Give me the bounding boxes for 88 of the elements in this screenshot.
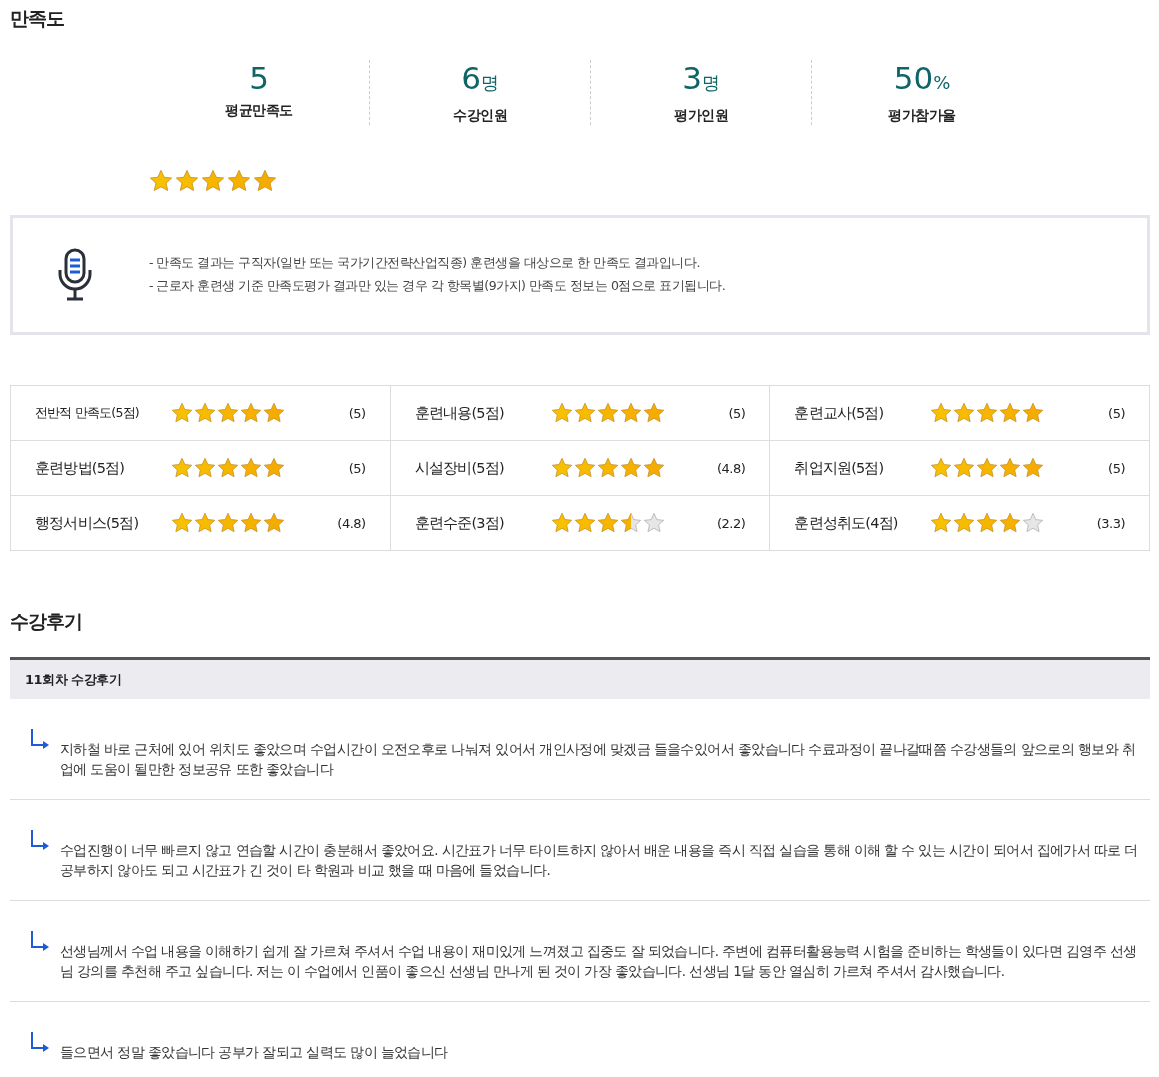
stat-label: 평가인원	[674, 107, 728, 125]
star-icon	[175, 169, 199, 193]
notice-text: - 만족도 결과는 구직자(일반 또는 국가기간전략산업직종) 훈련생을 대상으로 한 만족도 결과입니다.	[149, 255, 701, 272]
section-title: 만족도	[10, 6, 65, 31]
star-icon	[999, 402, 1022, 424]
rating-score: (5)	[1108, 460, 1125, 476]
stat-value: 6 명	[461, 60, 499, 98]
rating-score: (4.8)	[337, 515, 366, 531]
reply-arrow-icon	[30, 1030, 50, 1054]
stat-value: 3 명	[682, 60, 720, 98]
star-icon	[550, 457, 573, 479]
review-text: 수업진행이 너무 빠르지 않고 연습할 시간이 충분해서 좋았어요. 시간표가 너무 타이트하지 않아서 배운 내용을 즉시 직접 실습을 통해 이해 할 수 있는 시간이 되어서 집에가서 따로 더 공부하지 않아도 되고 시간표가 긴 것이 타 학원과 비교 했을 때 마음에 들었습니다.	[60, 841, 1138, 880]
review-text: 선생님께서 수업 내용을 이해하기 쉽게 잘 가르쳐 주셔서 수업 내용이 재미있게 느껴졌고 집중도 잘 되었습니다. 주변에 컴퓨터활용능력 시험을 준비하는 학생들이 있다면 김영주 선생님 강의를 추천해 주고 싶습니다. 저는 이 수업에서 인품이 좋으신 선생님 만나게 된 것이 가장 좋았습니다. 선생님 1달 동안 열심히 가르쳐 주셔서 감사했습니다.	[60, 942, 1138, 981]
stat-value: 50%	[893, 60, 951, 98]
reply-arrow-icon	[30, 929, 50, 953]
review-text: 지하철 바로 근처에 있어 위치도 좋았으며 수업시간이 오전오후로 나눠져 있어서 개인사정에 맞겠금 들을수있어서 좋았습니다 수료과정이 끝나갈때쯤 수강생들의 앞으로의 행보와 취업에 도움이 될만한 정보공유 또한 좋았습니다	[60, 740, 1137, 779]
star-icon	[642, 402, 665, 424]
star-icon	[194, 512, 216, 534]
star-icon	[619, 457, 642, 479]
stat-label: 수강인원	[453, 107, 507, 125]
rating-label: 시설장비(5점)	[414, 458, 505, 478]
star-icon	[930, 402, 953, 424]
star-icon	[573, 457, 596, 479]
star-icon	[953, 512, 976, 534]
star-icon	[201, 169, 225, 193]
star-icon	[550, 402, 573, 424]
stat-label: 평균만족도	[225, 102, 293, 120]
star-icon	[149, 169, 173, 193]
star-icon	[999, 512, 1022, 534]
star-icon	[619, 402, 642, 424]
stat-label: 평가참가율	[888, 107, 956, 125]
rating-label: 훈련교사(5점)	[794, 403, 885, 423]
star-icon	[263, 512, 285, 534]
star-icon	[263, 457, 285, 479]
star-icon	[642, 457, 665, 479]
star-icon	[217, 402, 239, 424]
star-icon	[573, 512, 596, 534]
star-icon	[217, 512, 239, 534]
rating-score: (5)	[348, 405, 366, 421]
star-icon	[573, 402, 596, 424]
star-icon	[194, 402, 216, 424]
reply-arrow-icon	[30, 727, 50, 751]
rating-score: (5)	[728, 405, 746, 421]
notice-text: - 근로자 훈련생 기준 만족도평가 결과만 있는 경우 각 항목별(9가지) 만족도 정보는 0점으로 표기됩니다.	[149, 278, 726, 295]
rating-score: (3.3)	[1096, 515, 1125, 531]
star-icon	[240, 402, 262, 424]
star-icon	[953, 457, 976, 479]
star-icon	[227, 169, 251, 193]
star-icon	[976, 512, 999, 534]
section-title: 수강후기	[10, 609, 83, 634]
star-icon	[953, 402, 976, 424]
star-icon	[171, 402, 193, 424]
star-icon	[194, 457, 216, 479]
star-icon	[596, 512, 619, 534]
rating-label: 훈련성취도(4점)	[794, 513, 899, 533]
rating-score: (5)	[348, 460, 366, 476]
rating-label: 행정서비스(5점)	[35, 513, 140, 533]
star-icon	[999, 457, 1022, 479]
rating-label: 전반적 만족도(5점)	[35, 404, 140, 422]
star-icon	[263, 402, 285, 424]
star-icon	[240, 457, 262, 479]
star-icon	[976, 457, 999, 479]
star-icon	[596, 402, 619, 424]
star-icon	[240, 512, 262, 534]
rating-score: (4.8)	[717, 460, 746, 476]
rating-label: 훈련수준(3점)	[414, 513, 505, 533]
rating-label: 훈련방법(5점)	[35, 458, 126, 478]
star-icon	[1022, 402, 1045, 424]
rating-score: (2.2)	[717, 515, 746, 531]
star-icon	[596, 457, 619, 479]
stat-value: 5	[249, 60, 269, 96]
rating-label: 훈련내용(5점)	[414, 403, 505, 423]
star-icon	[171, 457, 193, 479]
half-star-icon	[619, 512, 642, 534]
star-icon	[253, 169, 277, 193]
rating-label: 취업지원(5점)	[794, 458, 885, 478]
star-icon	[930, 512, 953, 534]
star-icon	[930, 457, 953, 479]
star-icon	[217, 457, 239, 479]
rating-score: (5)	[1108, 405, 1125, 421]
review-text: 들으면서 정말 좋았습니다 공부가 잘되고 실력도 많이 늘었습니다	[60, 1043, 448, 1062]
star-icon	[550, 512, 573, 534]
star-icon	[1022, 457, 1045, 479]
microphone-icon	[57, 248, 93, 302]
star-icon	[976, 402, 999, 424]
group-title: 11회차 수강후기	[24, 670, 122, 689]
reply-arrow-icon	[30, 828, 50, 852]
star-icon	[171, 512, 193, 534]
